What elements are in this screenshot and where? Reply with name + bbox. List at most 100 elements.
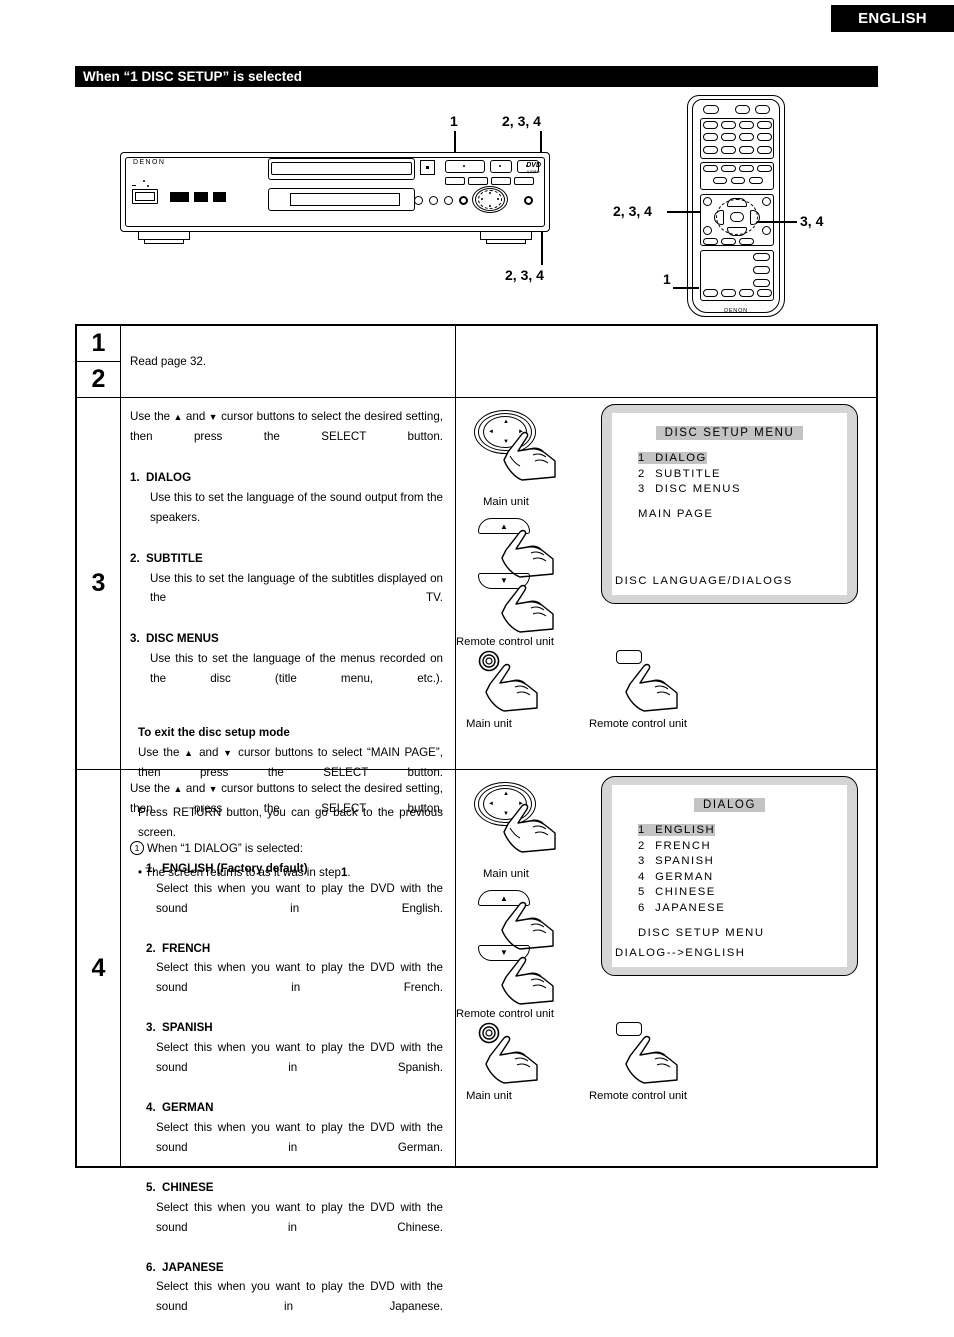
- control-knob[interactable]: [414, 196, 423, 205]
- callout-remote-right: 3, 4: [800, 213, 824, 229]
- select-knob[interactable]: [524, 196, 533, 205]
- cursor-up-button[interactable]: [727, 198, 747, 207]
- osd-menu-item[interactable]: 4 GERMAN: [638, 870, 725, 886]
- main-unit-label: Main unit: [483, 496, 529, 508]
- remote-open-button[interactable]: [735, 105, 750, 114]
- search-rev-button[interactable]: [491, 177, 511, 185]
- remote-button[interactable]: [721, 289, 736, 297]
- setup-button[interactable]: [703, 289, 718, 297]
- control-knob[interactable]: [444, 196, 453, 205]
- remote-corner-button[interactable]: [762, 197, 771, 206]
- osd-menu-item[interactable]: 1 DIALOG: [638, 451, 741, 467]
- list-item: 2. SUBTITLE: [130, 549, 443, 569]
- item-body: Select this when you want to play the DV…: [156, 1041, 443, 1075]
- cursor-up-arrow-icon: [173, 782, 182, 795]
- remote-power-button[interactable]: [703, 105, 719, 114]
- keypad-button[interactable]: [703, 121, 718, 129]
- keypad-button[interactable]: [721, 121, 736, 129]
- remote-button[interactable]: [753, 253, 770, 261]
- return-button[interactable]: [762, 226, 771, 235]
- transport-button[interactable]: [739, 165, 754, 172]
- remote-button[interactable]: [739, 238, 754, 245]
- transport-button[interactable]: [731, 177, 745, 184]
- keypad-button[interactable]: [703, 146, 718, 154]
- osd-disc-setup-menu: DISC SETUP MENU 1 DIALOG 2 SUBTITLE 3 DI…: [601, 404, 858, 604]
- osd-back-item[interactable]: DISC SETUP MENU: [638, 927, 765, 939]
- osd-menu-item[interactable]: 2 SUBTITLE: [638, 467, 741, 483]
- osd-main-page-item[interactable]: MAIN PAGE: [638, 508, 713, 520]
- exit-heading: To exit the disc setup mode: [138, 726, 290, 740]
- keypad-button[interactable]: [721, 146, 736, 154]
- remote-button[interactable]: [703, 238, 718, 245]
- remote-corner-button[interactable]: [703, 197, 712, 206]
- remote-button[interactable]: [721, 238, 736, 245]
- osd-menu-list: 1 DIALOG 2 SUBTITLE 3 DISC MENUS: [638, 451, 741, 498]
- intro-prefix: Use the: [130, 410, 171, 423]
- transport-button[interactable]: [749, 177, 763, 184]
- item-number: 5.: [146, 1180, 156, 1194]
- remote-button[interactable]: [739, 289, 754, 297]
- list-item: 1. DIALOG: [130, 468, 443, 488]
- keypad-button[interactable]: [757, 121, 772, 129]
- item-title: FRENCH: [162, 941, 211, 955]
- remote-corner-button[interactable]: [703, 226, 712, 235]
- select-button[interactable]: [730, 212, 744, 222]
- remote-button[interactable]: [757, 289, 772, 297]
- keypad-button[interactable]: [757, 133, 772, 141]
- osd-menu-item[interactable]: 3 DISC MENUS: [638, 482, 741, 498]
- keypad-button[interactable]: [739, 133, 754, 141]
- pointing-hand-icon: [501, 584, 554, 633]
- remote-button[interactable]: [753, 266, 770, 274]
- jog-dial[interactable]: [472, 186, 508, 213]
- table-row: 4 Use the and cursor buttons to select t…: [77, 770, 876, 1313]
- keypad-button[interactable]: [757, 146, 772, 154]
- item-number: 1.: [146, 861, 156, 875]
- transport-button[interactable]: [713, 177, 727, 184]
- skip-next-button[interactable]: [468, 177, 488, 185]
- play-button[interactable]: [445, 160, 485, 173]
- remote-display-button[interactable]: [755, 105, 770, 114]
- item-title: DISC MENUS: [146, 632, 219, 646]
- remote-control-label: Remote control unit: [589, 718, 687, 730]
- keypad-button[interactable]: [703, 133, 718, 141]
- control-knob[interactable]: [429, 196, 438, 205]
- condition-text: When “1 DIALOG” is selected:: [147, 841, 303, 855]
- step-4-text: Use the and cursor buttons to select the…: [121, 770, 456, 1313]
- pointing-hand-icon: [485, 1035, 538, 1084]
- search-fwd-button[interactable]: [514, 177, 534, 185]
- cursor-down-button[interactable]: [727, 227, 747, 236]
- cursor-left-button[interactable]: [714, 210, 724, 225]
- osd-menu-item[interactable]: 1 ENGLISH: [638, 823, 725, 839]
- osd-status-text: DISC LANGUAGE/DIALOGS: [615, 575, 793, 587]
- osd-menu-item[interactable]: 3 SPANISH: [638, 854, 725, 870]
- osd-status-text: DIALOG-->ENGLISH: [615, 947, 746, 959]
- keypad-button[interactable]: [721, 133, 736, 141]
- pause-button[interactable]: [517, 160, 539, 173]
- osd-menu-item[interactable]: 2 FRENCH: [638, 839, 725, 855]
- list-item: 6. JAPANESE: [130, 1258, 443, 1278]
- skip-prev-button[interactable]: [445, 177, 465, 185]
- stop-button[interactable]: [490, 160, 512, 173]
- osd-menu-item[interactable]: 5 CHINESE: [638, 885, 725, 901]
- read-page-text: Read page 32.: [130, 354, 207, 368]
- list-item: 4. GERMAN: [130, 1098, 443, 1118]
- item-number: 3.: [130, 632, 140, 646]
- transport-button[interactable]: [757, 165, 772, 172]
- transport-button[interactable]: [703, 165, 718, 172]
- item-title: CHINESE: [162, 1180, 214, 1194]
- osd-menu-item[interactable]: 6 JAPANESE: [638, 901, 725, 917]
- eject-button[interactable]: [420, 160, 435, 175]
- power-button[interactable]: [132, 189, 158, 204]
- list-item: 1. ENGLISH (Factory default): [130, 859, 443, 879]
- list-item: 3. SPANISH: [130, 1018, 443, 1038]
- keypad-button[interactable]: [739, 146, 754, 154]
- step-4-figure-cell: ▲ ▼ ◄ ► Main unit ▲ ▼ Remote control uni…: [456, 770, 876, 1166]
- keypad-button[interactable]: [739, 121, 754, 129]
- transport-button[interactable]: [721, 165, 736, 172]
- remote-control-label: Remote control unit: [456, 636, 554, 648]
- player-brand-label: DENON: [133, 159, 166, 166]
- control-knob[interactable]: [459, 196, 468, 205]
- pointing-hand-icon: [501, 901, 554, 950]
- step-number-4: 4: [91, 953, 106, 982]
- remote-button[interactable]: [753, 279, 770, 287]
